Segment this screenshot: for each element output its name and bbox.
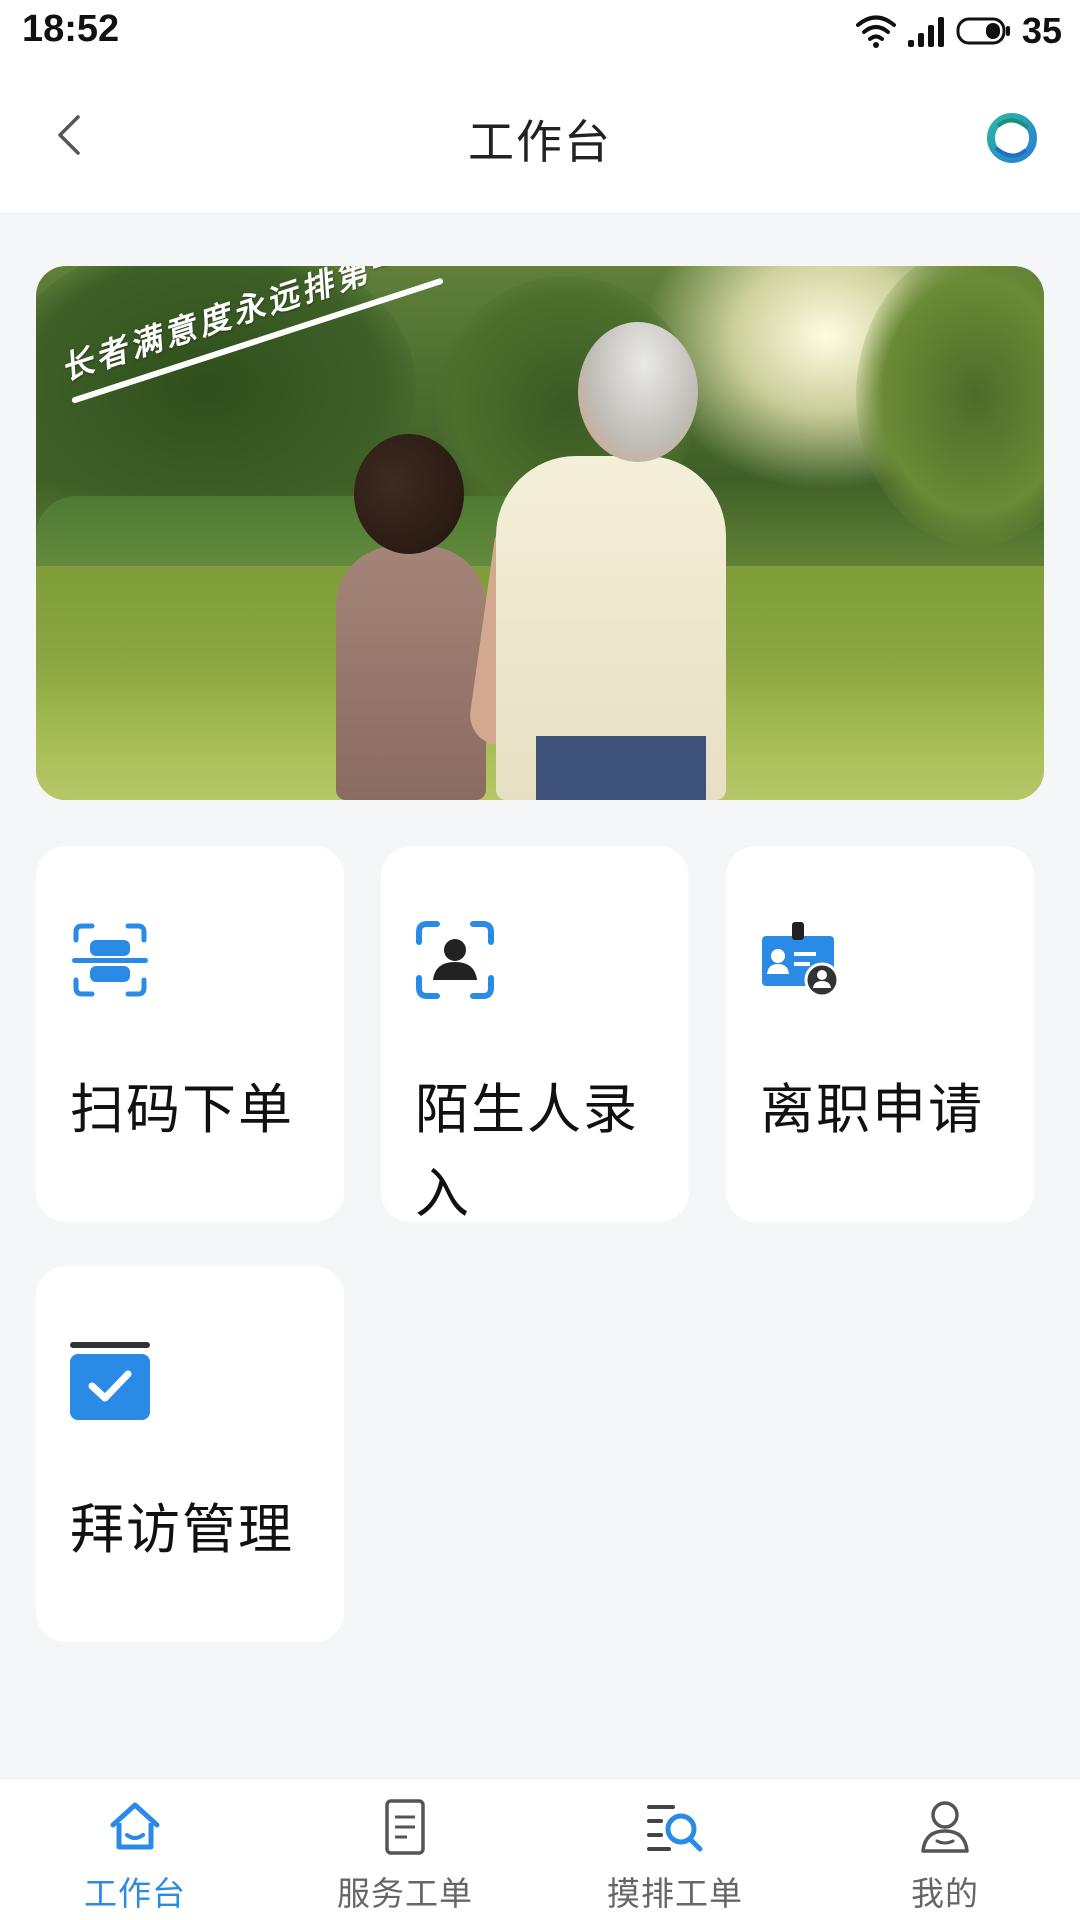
app-header: 工作台 bbox=[0, 62, 1080, 214]
nav-item-survey-orders[interactable]: 摸排工单 bbox=[540, 1779, 810, 1920]
app-logo-icon bbox=[987, 113, 1037, 163]
checklist-icon bbox=[70, 1342, 150, 1420]
id-card-icon bbox=[762, 922, 840, 998]
signal-icon bbox=[907, 17, 944, 47]
nav-item-mine[interactable]: 我的 bbox=[810, 1779, 1080, 1920]
nav-label: 服务工单 bbox=[337, 1874, 473, 1913]
battery-icon bbox=[956, 17, 1010, 45]
nav-label: 我的 bbox=[911, 1874, 979, 1913]
document-icon bbox=[385, 1799, 425, 1855]
nav-label: 摸排工单 bbox=[607, 1874, 743, 1913]
home-icon bbox=[110, 1802, 160, 1850]
banner-woman-head bbox=[354, 434, 464, 554]
card-label: 陌生人录入 bbox=[415, 1078, 639, 1225]
face-scan-icon bbox=[416, 921, 494, 999]
bottom-nav: 工作台 服务工单 摸排工单 我的 bbox=[0, 1778, 1080, 1920]
nav-item-workbench[interactable]: 工作台 bbox=[0, 1779, 270, 1920]
nav-item-service-orders[interactable]: 服务工单 bbox=[270, 1779, 540, 1920]
nav-label: 工作台 bbox=[84, 1874, 186, 1913]
banner-man-pants bbox=[536, 736, 706, 800]
card-label: 拜访管理 bbox=[70, 1498, 294, 1561]
card-visit-management[interactable]: 拜访管理 bbox=[36, 1266, 344, 1642]
page-title: 工作台 bbox=[468, 115, 612, 169]
status-bar: 18:52 35 bbox=[0, 0, 1080, 62]
card-scan-order[interactable]: 扫码下单 bbox=[36, 846, 344, 1222]
promo-banner[interactable]: 长者满意度永远排第一 bbox=[36, 266, 1044, 800]
search-list-icon bbox=[647, 1805, 703, 1852]
card-label: 扫码下单 bbox=[70, 1078, 294, 1141]
banner-man-head bbox=[578, 322, 698, 462]
card-resignation[interactable]: 离职申请 bbox=[726, 846, 1034, 1222]
card-label: 离职申请 bbox=[760, 1078, 984, 1141]
card-stranger-entry[interactable]: 陌生人录入 bbox=[381, 846, 689, 1225]
wifi-icon bbox=[855, 15, 896, 48]
status-icons: 35 bbox=[855, 10, 1062, 52]
banner-woman bbox=[336, 546, 486, 800]
status-time: 18:52 bbox=[22, 8, 120, 50]
user-icon bbox=[921, 1801, 969, 1853]
app-logo-button[interactable] bbox=[984, 110, 1040, 166]
scan-icon bbox=[72, 923, 148, 997]
battery-level: 35 bbox=[1021, 10, 1062, 51]
